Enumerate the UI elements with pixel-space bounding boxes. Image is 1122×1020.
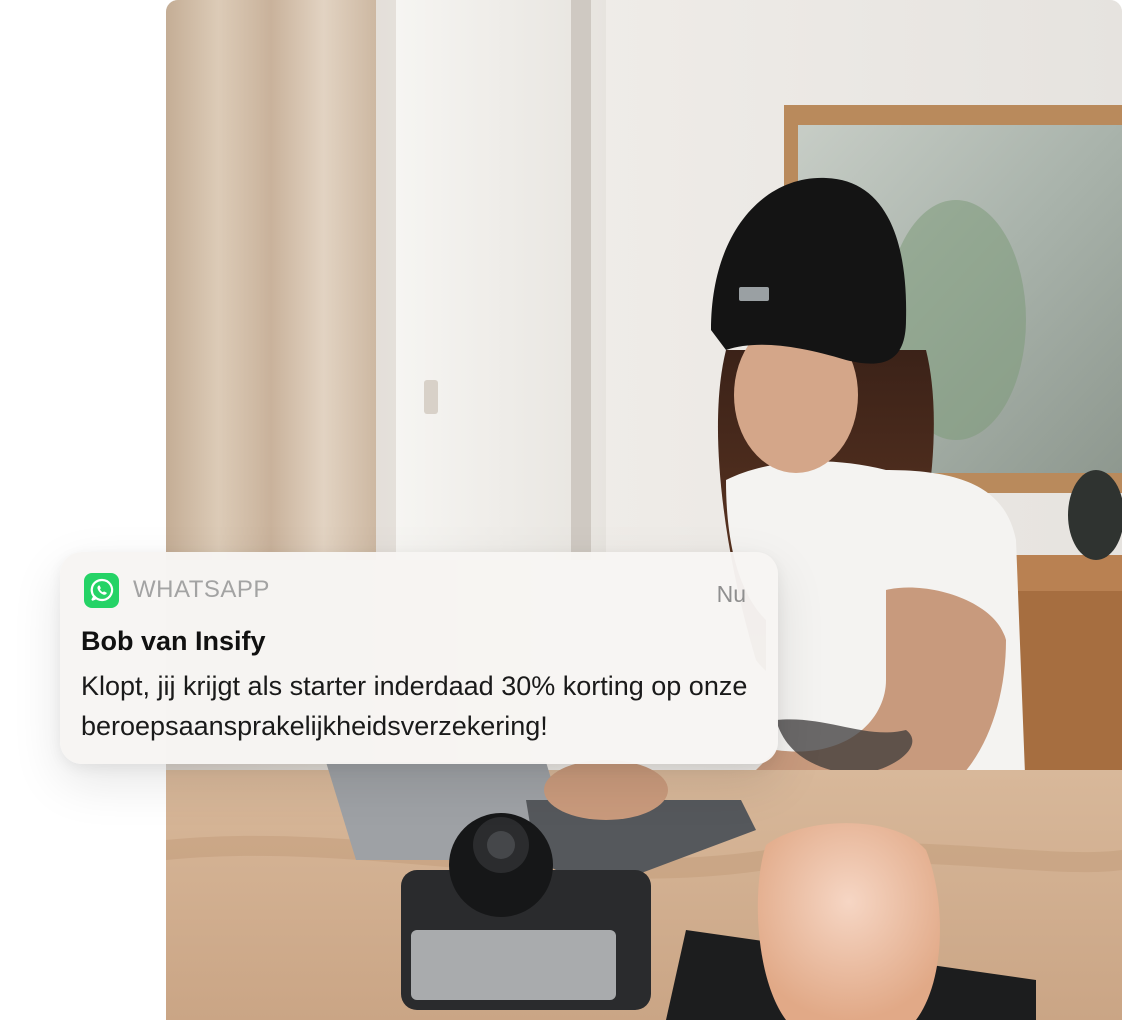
app-name: WHATSAPP: [133, 576, 270, 603]
message-text: Klopt, jij krijgt als starter inderdaad …: [81, 671, 748, 741]
notification-time: Nu: [716, 580, 746, 607]
screen: WHATSAPP Nu Bob van Insify Klopt, jij kr…: [0, 0, 1122, 1020]
sender-name: Bob van Insify: [81, 626, 266, 656]
notification-header: WHATSAPP Nu: [84, 572, 746, 608]
background-photo: [166, 0, 1122, 1020]
whatsapp-icon: [84, 572, 119, 608]
notification-card[interactable]: WHATSAPP Nu Bob van Insify Klopt, jij kr…: [60, 552, 778, 764]
